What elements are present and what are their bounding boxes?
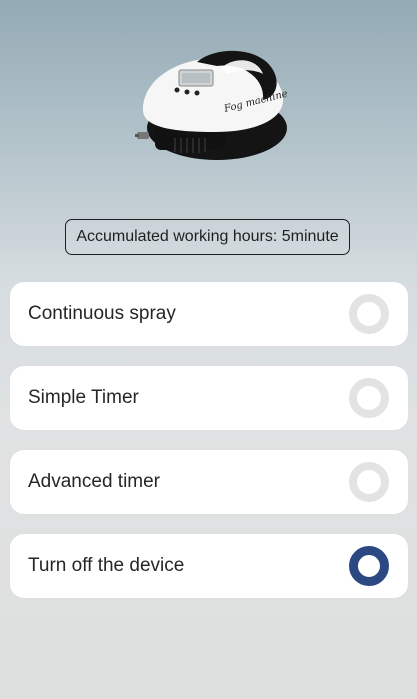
option-continuous-spray[interactable]: Continuous spray	[10, 282, 408, 346]
option-advanced-timer[interactable]: Advanced timer	[10, 450, 408, 514]
radio-button[interactable]	[349, 378, 389, 418]
mode-options-list: Continuous spray Simple Timer Advanced t…	[10, 282, 408, 618]
option-label: Turn off the device	[28, 555, 185, 576]
option-label: Continuous spray	[28, 303, 176, 324]
radio-button[interactable]	[349, 462, 389, 502]
option-simple-timer[interactable]: Simple Timer	[10, 366, 408, 430]
working-hours-badge: Accumulated working hours: 5minute	[65, 219, 350, 255]
option-label: Simple Timer	[28, 387, 139, 408]
option-turn-off-device[interactable]: Turn off the device	[10, 534, 408, 598]
radio-button[interactable]	[349, 294, 389, 334]
fog-machine-image: Fog machine	[135, 40, 290, 165]
option-label: Advanced timer	[28, 471, 161, 492]
working-hours-text: Accumulated working hours: 5minute	[76, 228, 339, 245]
radio-button[interactable]	[349, 546, 389, 586]
